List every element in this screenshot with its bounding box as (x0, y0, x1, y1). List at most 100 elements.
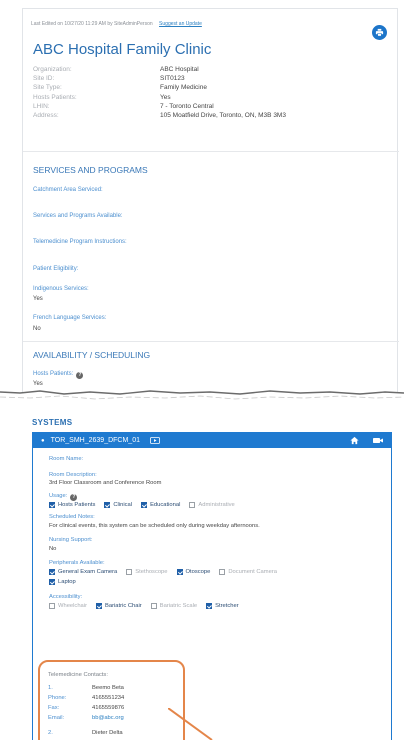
site-info-list: Organization: ABC Hospital Site ID: SIT012… (33, 65, 286, 120)
checkbox-label: Document Camera (228, 569, 277, 575)
usage-hosts-patients-checkbox[interactable]: Hosts Patients (49, 502, 95, 508)
peripheral-document-camera-checkbox[interactable]: Document Camera (219, 569, 277, 575)
room-description-label: Room Description: (49, 472, 97, 478)
contact-2-number: 2. (48, 730, 53, 736)
info-value: Yes (160, 93, 171, 101)
usage-checkbox-row: Hosts Patients Clinical Educational Admi… (49, 502, 244, 508)
contact-1-phone: 4165551234 (92, 695, 125, 701)
checkbox-unchecked (219, 569, 226, 575)
patient-eligibility-label: Patient Eligibility: (33, 266, 79, 272)
accessibility-wheelchair-checkbox[interactable]: Wheelchair (49, 603, 87, 609)
accessibility-bariatric-chair-checkbox[interactable]: Bariatric Chair (96, 603, 142, 609)
systems-section-title: SYSTEMS (32, 418, 73, 427)
usage-label-text: Usage: (49, 493, 68, 499)
contact-1-name: Beemo Beta (92, 685, 124, 691)
checkbox-label: Educational (150, 502, 181, 508)
checkbox-unchecked (189, 502, 196, 508)
info-label: Address: (33, 112, 59, 120)
checkbox-label: Administrative (198, 502, 235, 508)
print-icon (375, 28, 384, 37)
checkbox-checked (206, 603, 213, 609)
collapse-bullet-icon[interactable]: ● (41, 438, 45, 444)
nursing-support-value: No (49, 546, 57, 552)
peripherals-checkbox-row-2: Laptop (49, 579, 85, 585)
home-icon[interactable] (350, 436, 359, 445)
help-icon[interactable]: ? (70, 494, 78, 501)
info-value: Family Medicine (160, 84, 207, 92)
checkbox-label: Laptop (58, 579, 76, 585)
checkbox-label: General Exam Camera (58, 569, 118, 575)
french-services-label: French Language Services: (33, 315, 107, 321)
peripherals-checkbox-row: General Exam Camera Stethoscope Otoscope… (49, 569, 286, 575)
info-row-lhin: LHIN: 7 - Toronto Central (33, 102, 286, 111)
checkbox-unchecked (150, 603, 157, 609)
accessibility-checkbox-row: Wheelchair Bariatric Chair Bariatric Sca… (49, 603, 248, 609)
info-label: Site Type: (33, 84, 62, 92)
contact-1-email-label: Email: (48, 715, 65, 721)
contact-1-phone-label: Phone: (48, 695, 67, 701)
checkbox-label: Bariatric Scale (159, 603, 198, 609)
peripheral-exam-camera-checkbox[interactable]: General Exam Camera (49, 569, 117, 575)
info-value: SIT0123 (160, 75, 185, 83)
availability-hosts-label: Hosts Patients:? (33, 371, 84, 379)
contact-1-email-link[interactable]: bb@abc.org (92, 715, 124, 721)
info-row-hosts-patients: Hosts Patients: Yes (33, 93, 286, 102)
info-label: Site ID: (33, 75, 55, 83)
checkbox-label: Otoscope (185, 569, 211, 575)
system-header[interactable]: ● TOR_SMH_2639_DFCM_01 (33, 433, 391, 448)
nursing-support-label: Nursing Support: (49, 537, 93, 543)
checkbox-checked (104, 502, 111, 508)
usage-clinical-checkbox[interactable]: Clinical (104, 502, 132, 508)
info-row-site-id: Site ID: SIT0123 (33, 74, 286, 83)
checkbox-checked (49, 569, 55, 575)
telemedicine-instructions-label: Telemedicine Program Instructions: (33, 239, 127, 245)
accessibility-stretcher-checkbox[interactable]: Stretcher (206, 603, 239, 609)
checkbox-label: Stretcher (215, 603, 239, 609)
usage-administrative-checkbox[interactable]: Administrative (189, 502, 235, 508)
checkbox-checked (49, 502, 55, 508)
divider (23, 341, 399, 342)
info-row-organization: Organization: ABC Hospital (33, 65, 286, 74)
info-value: ABC Hospital (160, 66, 199, 73)
services-section-title: SERVICES AND PROGRAMS (33, 165, 148, 175)
contact-1-fax: 4165559876 (92, 705, 125, 711)
contact-1-fax-label: Fax: (48, 705, 60, 711)
checkbox-unchecked (49, 603, 55, 609)
last-edited-text: Last Edited on 10/27/20 11:29 AM by Site… (31, 21, 153, 27)
info-row-site-type: Site Type: Family Medicine (33, 83, 286, 92)
camera-icon[interactable] (373, 437, 383, 444)
usage-educational-checkbox[interactable]: Educational (141, 502, 180, 508)
print-button[interactable] (372, 25, 387, 40)
info-value: 105 Moatfield Drive, Toronto, ON, M3B 3M… (160, 112, 286, 120)
info-value: 7 - Toronto Central (160, 102, 214, 110)
suggest-update-link[interactable]: Suggest an Update (159, 21, 202, 27)
page-title: ABC Hospital Family Clinic (33, 41, 212, 58)
checkbox-label: Wheelchair (58, 603, 87, 609)
peripherals-label: Peripherals Available: (49, 560, 105, 566)
peripheral-laptop-checkbox[interactable]: Laptop (49, 579, 76, 585)
contacts-title: Telemedicine Contacts: (48, 672, 108, 678)
checkbox-unchecked (126, 569, 133, 575)
indigenous-services-value: Yes (33, 296, 43, 302)
room-description-value: 3rd Floor Classroom and Conference Room (49, 480, 162, 486)
checkbox-label: Clinical (113, 502, 133, 508)
accessibility-label: Accessibility: (49, 594, 83, 600)
peripheral-stethoscope-checkbox[interactable]: Stethoscope (126, 569, 168, 575)
callout-pointer (168, 708, 213, 740)
room-name-label: Room Name: (49, 456, 84, 462)
checkbox-checked (176, 569, 183, 575)
telemedicine-contacts-highlight: Telemedicine Contacts: 1. Beemo Beta Pho… (38, 660, 185, 740)
checkbox-checked (49, 579, 55, 585)
info-label: Hosts Patients: (33, 93, 77, 101)
contact-1-number: 1. (48, 685, 53, 691)
help-icon[interactable]: ? (76, 372, 84, 379)
availability-section-title: AVAILABILITY / SCHEDULING (33, 350, 151, 360)
checkbox-label: Bariatric Chair (105, 603, 142, 609)
availability-hosts-value: Yes (33, 381, 43, 387)
last-edited-line: Last Edited on 10/27/20 11:29 AM by Site… (31, 21, 202, 27)
accessibility-bariatric-scale-checkbox[interactable]: Bariatric Scale (150, 603, 198, 609)
system-name: TOR_SMH_2639_DFCM_01 (50, 437, 140, 444)
programs-available-label: Services and Programs Available: (33, 213, 123, 219)
peripheral-otoscope-checkbox[interactable]: Otoscope (176, 569, 211, 575)
info-label: Organization: (33, 66, 72, 73)
